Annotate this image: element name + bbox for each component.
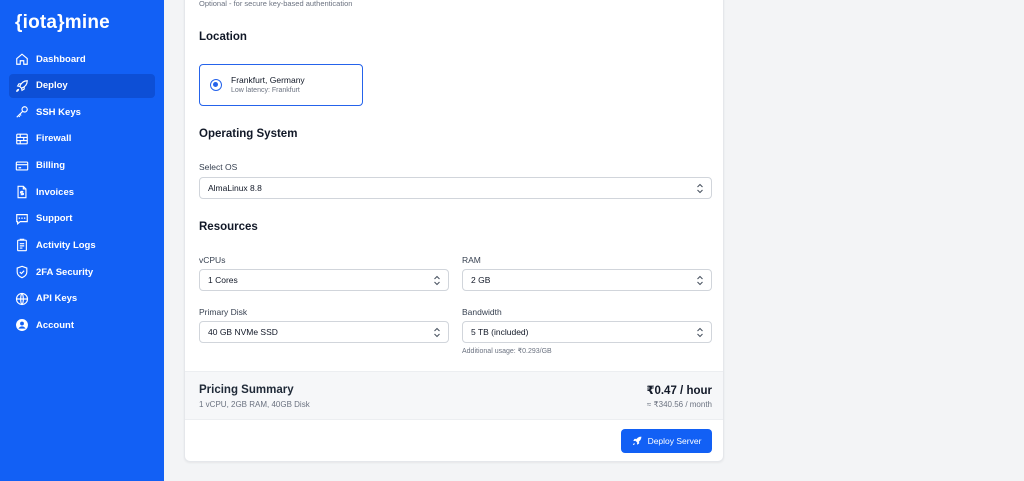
- pricing-title: Pricing Summary: [199, 384, 294, 396]
- ram-select-value: 2 GB: [471, 275, 491, 285]
- shield-icon: [15, 265, 29, 279]
- chevron-up-down-icon: [434, 275, 440, 286]
- pricing-summary: Pricing Summary 1 vCPU, 2GB RAM, 40GB Di…: [185, 371, 723, 420]
- sidebar-item-label: Invoices: [36, 186, 75, 198]
- hourly-price: ₹0.47 / hour: [646, 385, 712, 397]
- pricing-specs: 1 vCPU, 2GB RAM, 40GB Disk: [199, 400, 310, 409]
- sidebar-item-label: Firewall: [36, 133, 72, 145]
- rocket-icon: [632, 436, 641, 446]
- chevron-up-down-icon: [697, 327, 703, 338]
- vcpu-select-value: 1 Cores: [208, 275, 238, 285]
- os-select-value: AlmaLinux 8.8: [208, 183, 262, 193]
- home-icon: [15, 52, 29, 66]
- app-logo[interactable]: {iota}mine: [15, 12, 110, 34]
- ssh-key-hint: Optional - for secure key-based authenti…: [199, 0, 353, 8]
- sidebar-item-deploy[interactable]: Deploy: [9, 73, 155, 98]
- invoice-icon: [15, 185, 29, 199]
- deploy-server-button[interactable]: Deploy Server: [621, 429, 712, 453]
- monthly-price: ≈ ₹340.56 / month: [646, 400, 712, 409]
- globe-icon: [15, 292, 29, 306]
- disk-select[interactable]: 40 GB NVMe SSD: [199, 321, 449, 343]
- deploy-button-label: Deploy Server: [647, 436, 702, 446]
- sidebar-item-activity-logs[interactable]: Activity Logs: [9, 233, 155, 257]
- resources-title: Resources: [199, 221, 258, 233]
- sidebar-item-label: 2FA Security: [36, 266, 94, 278]
- os-label: Select OS: [199, 162, 238, 172]
- deploy-form-card: Optional - for secure key-based authenti…: [184, 0, 724, 462]
- sidebar-item-label: Deploy: [36, 80, 68, 92]
- os-select[interactable]: AlmaLinux 8.8: [199, 177, 712, 199]
- location-title: Location: [199, 31, 247, 43]
- sidebar-item-ssh-keys[interactable]: SSH Keys: [9, 100, 155, 124]
- sidebar-item-account[interactable]: Account: [9, 313, 155, 337]
- sidebar-item-label: Billing: [36, 160, 66, 172]
- bandwidth-select-value: 5 TB (included): [471, 327, 529, 337]
- location-name: Frankfurt, Germany: [231, 75, 305, 85]
- chat-icon: [15, 212, 29, 226]
- vcpu-select[interactable]: 1 Cores: [199, 269, 449, 291]
- ram-select[interactable]: 2 GB: [462, 269, 712, 291]
- bandwidth-hint: Additional usage: ₹0.293/GB: [462, 348, 552, 355]
- credit-card-icon: [15, 159, 29, 173]
- rocket-icon: [15, 79, 29, 93]
- user-icon: [15, 318, 29, 332]
- location-latency: Low latency: Frankfurt: [231, 87, 300, 94]
- sidebar-item-label: Dashboard: [36, 53, 86, 65]
- sidebar-item-invoices[interactable]: Invoices: [9, 180, 155, 204]
- location-option-frankfurt[interactable]: Frankfurt, Germany Low latency: Frankfur…: [199, 64, 363, 106]
- sidebar-item-dashboard[interactable]: Dashboard: [9, 47, 155, 71]
- sidebar-item-label: Activity Logs: [36, 239, 96, 251]
- ram-label: RAM: [462, 255, 481, 265]
- disk-select-value: 40 GB NVMe SSD: [208, 327, 278, 337]
- radio-selected-icon[interactable]: [210, 79, 222, 91]
- bandwidth-label: Bandwidth: [462, 307, 502, 317]
- sidebar-item-label: Support: [36, 213, 73, 225]
- sidebar-item-support[interactable]: Support: [9, 207, 155, 231]
- vcpu-label: vCPUs: [199, 255, 226, 265]
- sidebar-item-label: Account: [36, 319, 74, 331]
- sidebar: {iota}mine Dashboard Deploy SSH Keys Fir…: [0, 0, 164, 481]
- sidebar-item-api-keys[interactable]: API Keys: [9, 287, 155, 311]
- key-icon: [15, 105, 29, 119]
- bandwidth-select[interactable]: 5 TB (included): [462, 321, 712, 343]
- sidebar-item-label: SSH Keys: [36, 106, 81, 118]
- os-title: Operating System: [199, 128, 298, 140]
- chevron-up-down-icon: [434, 327, 440, 338]
- sidebar-item-label: API Keys: [36, 293, 78, 305]
- disk-label: Primary Disk: [199, 307, 248, 317]
- sidebar-item-firewall[interactable]: Firewall: [9, 127, 155, 151]
- sidebar-item-billing[interactable]: Billing: [9, 154, 155, 178]
- sidebar-item-2fa-security[interactable]: 2FA Security: [9, 260, 155, 284]
- sidebar-nav: Dashboard Deploy SSH Keys Firewall Billi…: [9, 47, 155, 340]
- chevron-up-down-icon: [697, 183, 703, 194]
- firewall-icon: [15, 132, 29, 146]
- chevron-up-down-icon: [697, 275, 703, 286]
- clipboard-icon: [15, 238, 29, 252]
